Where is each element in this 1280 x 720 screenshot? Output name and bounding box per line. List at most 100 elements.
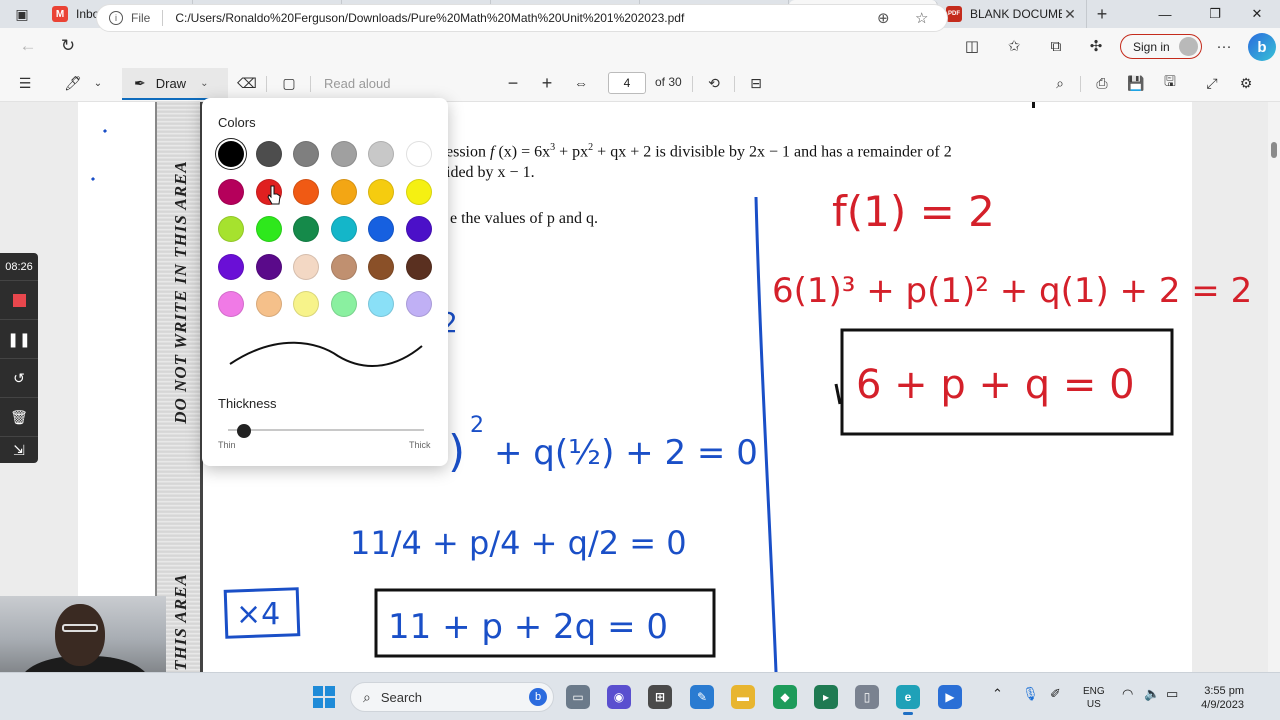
battery-icon[interactable]: ▭ bbox=[1166, 686, 1178, 702]
color-swatch[interactable] bbox=[406, 216, 432, 242]
pause-icon[interactable]: ❚❚ bbox=[0, 320, 38, 359]
color-swatch[interactable] bbox=[368, 291, 395, 317]
taskbar-search[interactable]: ⌕ Search b bbox=[350, 682, 554, 712]
color-swatch[interactable] bbox=[368, 253, 395, 280]
page-view-icon[interactable]: ⊟ bbox=[744, 72, 768, 94]
restore-icon[interactable]: ❐ bbox=[1192, 0, 1238, 28]
edge-browser-icon[interactable]: e bbox=[896, 685, 920, 715]
zoom-in-icon[interactable]: + bbox=[536, 72, 558, 94]
delete-icon[interactable]: 🗑 bbox=[0, 398, 38, 437]
fullscreen-icon[interactable]: ⤢ bbox=[1200, 72, 1224, 94]
fit-page-icon[interactable]: ⇔ bbox=[570, 72, 592, 94]
app-icon[interactable]: ▸ bbox=[814, 685, 838, 709]
color-swatch[interactable] bbox=[218, 291, 244, 317]
color-swatch[interactable] bbox=[330, 141, 357, 167]
color-swatch[interactable] bbox=[293, 253, 320, 280]
color-swatch[interactable] bbox=[368, 178, 395, 205]
scrollbar-thumb[interactable] bbox=[1271, 142, 1277, 158]
wifi-icon[interactable]: ◠ bbox=[1122, 686, 1133, 702]
teams-chat-icon[interactable]: ◉ bbox=[607, 685, 631, 709]
save-icon[interactable]: 💾 bbox=[1124, 72, 1148, 94]
color-swatch[interactable] bbox=[293, 216, 320, 242]
task-view-icon[interactable]: ▭ bbox=[566, 685, 590, 709]
highlight-chevron-icon[interactable]: ⌄ bbox=[90, 72, 106, 94]
start-windows-icon[interactable] bbox=[313, 686, 335, 708]
color-swatch[interactable] bbox=[330, 178, 357, 205]
maps-icon[interactable]: ◆ bbox=[773, 685, 797, 709]
tray-chevron-icon[interactable]: ⌃ bbox=[992, 686, 1003, 702]
system-clock[interactable]: 3:55 pm 4/9/2023 bbox=[1196, 684, 1244, 712]
color-swatch[interactable] bbox=[406, 141, 432, 167]
page-number-input[interactable]: 4 bbox=[608, 72, 646, 94]
language-indicator[interactable]: ENG US bbox=[1083, 685, 1105, 711]
favorite-star-icon[interactable]: ☆ bbox=[915, 9, 928, 27]
file-explorer-icon[interactable]: ▬ bbox=[731, 685, 755, 709]
zoom-out-icon[interactable]: − bbox=[502, 72, 524, 94]
more-options-icon[interactable]: ··· bbox=[1210, 34, 1238, 58]
text-box-icon[interactable]: ▢ bbox=[276, 72, 302, 94]
color-swatch[interactable] bbox=[218, 178, 244, 205]
collections-icon[interactable]: ⧉ bbox=[1042, 34, 1070, 58]
document-viewer[interactable]: DO NOT WRITE IN THIS AREA THIS AREA essi… bbox=[0, 102, 1280, 672]
chevron-down-icon[interactable]: ⌄ bbox=[200, 78, 208, 89]
highlight-icon[interactable]: 🖊 bbox=[60, 72, 86, 94]
usb-icon[interactable]: ▯ bbox=[855, 685, 879, 709]
color-swatch[interactable] bbox=[330, 253, 357, 280]
color-swatch[interactable] bbox=[293, 141, 320, 167]
color-swatch[interactable] bbox=[218, 141, 244, 167]
rotate-icon[interactable]: ⟲ bbox=[702, 72, 726, 94]
color-swatch[interactable] bbox=[218, 253, 244, 280]
info-icon[interactable]: i bbox=[109, 11, 123, 25]
zoom-icon[interactable]: ⊕ bbox=[877, 9, 890, 27]
split-screen-icon[interactable]: ◫ bbox=[958, 34, 986, 58]
color-swatch[interactable] bbox=[330, 216, 357, 242]
address-bar[interactable]: i File C:/Users/Ronaldo%20Ferguson/Downl… bbox=[96, 4, 948, 32]
sign-in-button[interactable]: Sign in bbox=[1120, 34, 1202, 59]
save-as-icon[interactable]: 🖫 bbox=[1158, 72, 1182, 94]
color-swatch[interactable] bbox=[406, 253, 432, 280]
extensions-icon[interactable]: ✣ bbox=[1082, 34, 1110, 58]
color-swatch[interactable] bbox=[255, 253, 282, 280]
color-swatch[interactable] bbox=[255, 216, 282, 242]
pen-tray-icon[interactable]: ✐ bbox=[1050, 686, 1061, 702]
collapse-icon[interactable]: ⇲ bbox=[0, 437, 38, 463]
color-swatch[interactable] bbox=[255, 291, 282, 317]
screen-recorder-icon[interactable]: ▶ bbox=[938, 685, 962, 709]
refresh-icon[interactable]: ↻ bbox=[48, 28, 88, 64]
search-icon[interactable]: ⌕ bbox=[1048, 72, 1072, 94]
stop-recording-button[interactable] bbox=[0, 281, 38, 320]
color-swatch[interactable] bbox=[368, 216, 395, 242]
microphone-icon[interactable]: 🎙 bbox=[1022, 686, 1039, 702]
eraser-icon[interactable]: ⌫ bbox=[234, 72, 260, 94]
close-window-icon[interactable]: ✕ bbox=[1234, 0, 1280, 28]
color-swatch[interactable] bbox=[293, 291, 320, 317]
thickness-slider-thumb[interactable] bbox=[237, 424, 252, 438]
calculator-icon[interactable]: ⊞ bbox=[648, 685, 672, 709]
minimize-icon[interactable]: — bbox=[1142, 0, 1188, 28]
thickness-slider-track[interactable] bbox=[228, 429, 424, 431]
draw-button[interactable]: ✒ Draw ⌄ bbox=[122, 68, 228, 100]
color-swatch[interactable] bbox=[406, 178, 432, 205]
new-tab-button[interactable]: + bbox=[1087, 4, 1117, 25]
color-swatch[interactable] bbox=[406, 291, 432, 317]
back-icon[interactable]: ← bbox=[8, 28, 48, 64]
read-aloud-button[interactable]: Read aloud bbox=[324, 72, 391, 94]
color-swatch[interactable] bbox=[218, 216, 244, 242]
whiteboard-icon[interactable]: ✎ bbox=[690, 685, 714, 709]
tab-7[interactable]: PDF BLANK DOCUMEI ✕ bbox=[938, 0, 1087, 28]
color-swatch[interactable] bbox=[293, 178, 320, 205]
table-of-contents-icon[interactable]: ☰ bbox=[12, 72, 38, 94]
color-swatch[interactable] bbox=[368, 141, 395, 167]
bing-copilot-icon[interactable]: b bbox=[1248, 33, 1276, 61]
print-icon[interactable]: ⎙ bbox=[1090, 72, 1114, 94]
tab-actions-icon[interactable]: ▣ bbox=[0, 0, 44, 28]
favorites-icon[interactable]: ✩ bbox=[1000, 34, 1028, 58]
settings-gear-icon[interactable]: ⚙ bbox=[1234, 72, 1258, 94]
volume-icon[interactable]: 🔈 bbox=[1144, 686, 1160, 702]
color-swatch[interactable] bbox=[330, 291, 357, 317]
color-swatch[interactable] bbox=[255, 141, 282, 167]
address-url[interactable]: C:/Users/Ronaldo%20Ferguson/Downloads/Pu… bbox=[175, 11, 684, 25]
tab-close-icon[interactable]: ✕ bbox=[1062, 6, 1078, 23]
vertical-scrollbar[interactable] bbox=[1268, 102, 1280, 672]
restart-icon[interactable]: ↺ bbox=[0, 359, 38, 398]
